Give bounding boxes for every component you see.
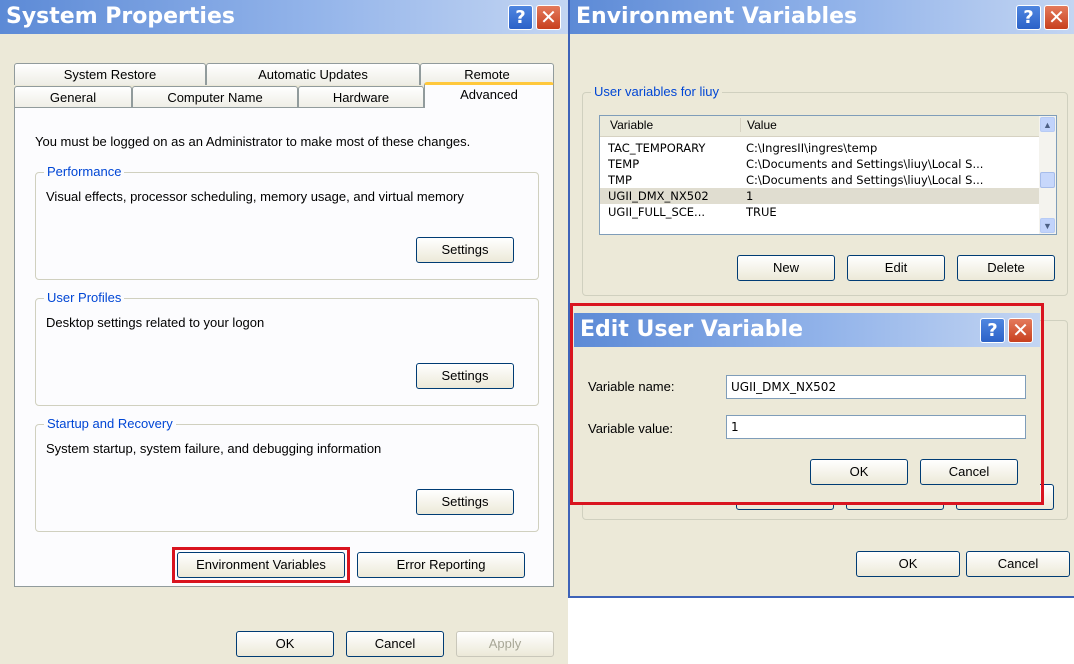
- list-item-selected[interactable]: UGII_DMX_NX502 1: [600, 188, 1056, 204]
- environment-variables-cancel-button[interactable]: Cancel: [966, 551, 1070, 577]
- error-reporting-button[interactable]: Error Reporting: [357, 552, 525, 578]
- startup-recovery-group: Startup and Recovery System startup, sys…: [35, 416, 539, 532]
- variable-value-cell: C:\Documents and Settings\liuy\Local S..…: [746, 157, 984, 171]
- tab-system-restore[interactable]: System Restore: [14, 63, 206, 85]
- close-icon[interactable]: ✕: [536, 5, 561, 30]
- performance-label: Performance: [44, 164, 125, 179]
- variable-value-cell: C:\Documents and Settings\liuy\Local S..…: [746, 173, 984, 187]
- tab-general[interactable]: General: [14, 86, 132, 108]
- new-variable-button[interactable]: New: [737, 255, 835, 281]
- list-item[interactable]: TAC_TEMPORARY C:\IngresII\ingres\temp: [600, 140, 1056, 156]
- scroll-down-icon[interactable]: ▼: [1040, 218, 1055, 233]
- user-profiles-group: User Profiles Desktop settings related t…: [35, 290, 539, 406]
- variable-name-cell: UGII_DMX_NX502: [608, 189, 709, 203]
- performance-description: Visual effects, processor scheduling, me…: [46, 189, 464, 204]
- environment-variables-title: Environment Variables: [576, 4, 858, 29]
- system-properties-title: System Properties: [6, 4, 235, 29]
- environment-variables-titlebar[interactable]: Environment Variables ? ✕: [570, 0, 1074, 34]
- user-variables-list[interactable]: Variable Value TAC_TEMPORARY C:\IngresII…: [599, 115, 1057, 235]
- startup-recovery-label: Startup and Recovery: [44, 416, 176, 431]
- help-icon[interactable]: ?: [1016, 5, 1041, 30]
- list-item[interactable]: UGII_FULL_SCE... TRUE: [600, 204, 1056, 220]
- advanced-tab-panel: You must be logged on as an Administrato…: [14, 107, 554, 587]
- environment-variables-ok-button[interactable]: OK: [856, 551, 960, 577]
- tab-hardware[interactable]: Hardware: [298, 86, 424, 108]
- system-properties-apply-button[interactable]: Apply: [456, 631, 554, 657]
- startup-recovery-settings-button[interactable]: Settings: [416, 489, 514, 515]
- scroll-thumb[interactable]: [1040, 172, 1055, 188]
- list-item[interactable]: TMP C:\Documents and Settings\liuy\Local…: [600, 172, 1056, 188]
- help-icon[interactable]: ?: [508, 5, 533, 30]
- variable-value-cell: 1: [746, 189, 754, 203]
- list-scrollbar[interactable]: ▲ ▼: [1039, 116, 1056, 234]
- user-variables-group: User variables for liuy Variable Value T…: [582, 84, 1068, 296]
- user-profiles-description: Desktop settings related to your logon: [46, 315, 265, 330]
- system-properties-titlebar[interactable]: System Properties ? ✕: [0, 0, 568, 34]
- system-properties-window: System Properties ? ✕ System Restore Aut…: [0, 0, 568, 664]
- user-variables-label: User variables for liuy: [591, 84, 722, 99]
- variable-value-cell: C:\IngresII\ingres\temp: [746, 141, 878, 155]
- variable-name-cell: UGII_FULL_SCE...: [608, 205, 706, 219]
- edit-variable-button[interactable]: Edit: [847, 255, 945, 281]
- environment-variables-window: Environment Variables ? ✕ User variables…: [568, 0, 1074, 598]
- tab-automatic-updates[interactable]: Automatic Updates: [206, 63, 420, 85]
- performance-group: Performance Visual effects, processor sc…: [35, 164, 539, 280]
- user-profiles-settings-button[interactable]: Settings: [416, 363, 514, 389]
- variable-value-cell: TRUE: [746, 205, 777, 219]
- list-header: Variable Value: [600, 116, 1056, 137]
- environment-variables-highlight: [172, 547, 350, 583]
- edit-user-variable-highlight: [570, 303, 1044, 505]
- variable-name-cell: TAC_TEMPORARY: [608, 141, 706, 155]
- user-profiles-label: User Profiles: [44, 290, 125, 305]
- column-value[interactable]: Value: [740, 118, 777, 132]
- variable-name-cell: TMP: [608, 173, 632, 187]
- column-variable[interactable]: Variable: [610, 118, 653, 132]
- performance-settings-button[interactable]: Settings: [416, 237, 514, 263]
- scroll-up-icon[interactable]: ▲: [1040, 117, 1055, 132]
- list-item[interactable]: TEMP C:\Documents and Settings\liuy\Loca…: [600, 156, 1056, 172]
- tab-advanced[interactable]: Advanced: [424, 82, 554, 108]
- system-properties-ok-button[interactable]: OK: [236, 631, 334, 657]
- system-properties-cancel-button[interactable]: Cancel: [346, 631, 444, 657]
- tab-computer-name[interactable]: Computer Name: [132, 86, 298, 108]
- startup-recovery-description: System startup, system failure, and debu…: [46, 441, 382, 456]
- close-icon[interactable]: ✕: [1044, 5, 1069, 30]
- delete-variable-button[interactable]: Delete: [957, 255, 1055, 281]
- variable-name-cell: TEMP: [608, 157, 640, 171]
- admin-note: You must be logged on as an Administrato…: [35, 134, 471, 149]
